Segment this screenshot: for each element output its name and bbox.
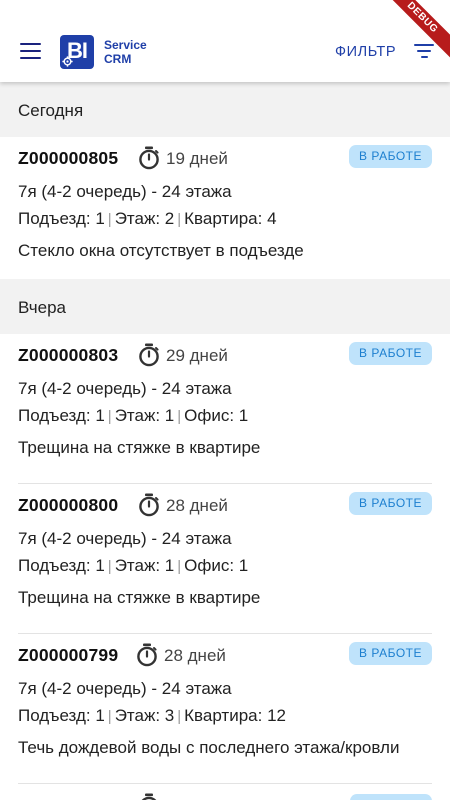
app-bar: BI Service CRM ФИЛЬТР [0,0,450,82]
location-separator: | [107,408,112,425]
ticket-description: Стекло окна отсутствует в подъезде [18,241,304,260]
ticket-id: Z000000803 [18,345,119,365]
ticket-id: Z000000805 [18,148,119,168]
status-badge [350,794,432,800]
brand-line1: Service [104,38,147,52]
ticket-age: 29 дней [166,346,228,365]
ticket-unit: Офис: 1 [184,406,249,425]
ticket-card[interactable]: Z000000799 28 дней В РАБОТЕ 7я (4-2 очер… [0,634,450,784]
ticket-location: Подъезд: 1 | Этаж: 3 | Квартира: 12 [18,706,286,726]
app-screen: BI Service CRM ФИЛЬТР DEBUG Сегодня Z000… [0,0,450,800]
status-badge: В РАБОТЕ [349,642,432,665]
location-separator: | [177,211,182,228]
ticket-entrance: Подъезд: 1 [18,406,105,425]
ticket-floor: Этаж: 1 [114,556,175,575]
ticket-project: 7я (4-2 очередь) - 24 этажа [18,679,232,698]
ticket-card[interactable]: Z000000803 29 дней В РАБОТЕ 7я (4-2 очер… [0,334,450,484]
location-separator: | [177,408,182,425]
timer-icon [139,493,159,517]
ticket-entrance: Подъезд: 1 [18,556,105,575]
section-header-yesterday: Вчера [0,279,450,334]
app-logo: BI [60,35,94,69]
timer-icon [141,793,157,800]
ticket-location: Подъезд: 1 | Этаж: 1 | Офис: 1 [18,556,248,576]
ticket-floor: Этаж: 1 [114,406,175,425]
section-title: Вчера [18,298,66,317]
ticket-description: Трещина на стяжке в квартире [18,438,261,457]
timer-icon [139,146,159,170]
menu-icon[interactable] [20,43,41,59]
filter-button[interactable]: ФИЛЬТР [335,44,396,60]
location-separator: | [107,211,112,228]
ticket-description: Трещина на стяжке в квартире [18,588,261,607]
ticket-project: 7я (4-2 очередь) - 24 этажа [18,379,232,398]
ticket-age: 28 дней [166,496,228,515]
status-badge: В РАБОТЕ [349,145,432,168]
section-header-today: Сегодня [0,82,450,137]
ticket-card[interactable] [0,784,450,800]
ticket-project: 7я (4-2 очередь) - 24 этажа [18,529,232,548]
ticket-card[interactable]: Z000000800 28 дней В РАБОТЕ 7я (4-2 очер… [0,484,450,634]
ticket-card[interactable]: Z000000805 19 дней В РАБОТЕ 7я (4-2 очер… [0,137,450,287]
ticket-age: 28 дней [164,646,226,665]
status-badge: В РАБОТЕ [349,492,432,515]
ticket-location: Подъезд: 1 | Этаж: 1 | Офис: 1 [18,406,248,426]
gear-icon [62,56,73,67]
location-separator: | [177,708,182,725]
ticket-floor: Этаж: 2 [114,209,175,228]
ticket-unit: Квартира: 12 [184,706,286,725]
brand-line2: CRM [104,52,132,66]
location-separator: | [177,558,182,575]
ticket-project: 7я (4-2 очередь) - 24 этажа [18,182,232,201]
section-title: Сегодня [18,101,84,120]
brand-name: Service CRM [104,38,147,66]
status-badge: В РАБОТЕ [349,342,432,365]
ticket-floor: Этаж: 3 [114,706,175,725]
location-separator: | [107,708,112,725]
location-separator: | [107,558,112,575]
ticket-unit: Офис: 1 [184,556,249,575]
timer-icon [139,343,159,367]
ticket-unit: Квартира: 4 [184,209,277,228]
ticket-entrance: Подъезд: 1 [18,209,105,228]
ticket-description: Течь дождевой воды с последнего этажа/кр… [18,738,400,757]
ticket-age: 19 дней [166,149,228,168]
ticket-entrance: Подъезд: 1 [18,706,105,725]
ticket-id: Z000000800 [18,495,119,515]
ticket-location: Подъезд: 1 | Этаж: 2 | Квартира: 4 [18,209,277,229]
filter-icon[interactable] [414,44,434,58]
timer-icon [137,643,157,667]
ticket-id: Z000000799 [18,645,119,665]
